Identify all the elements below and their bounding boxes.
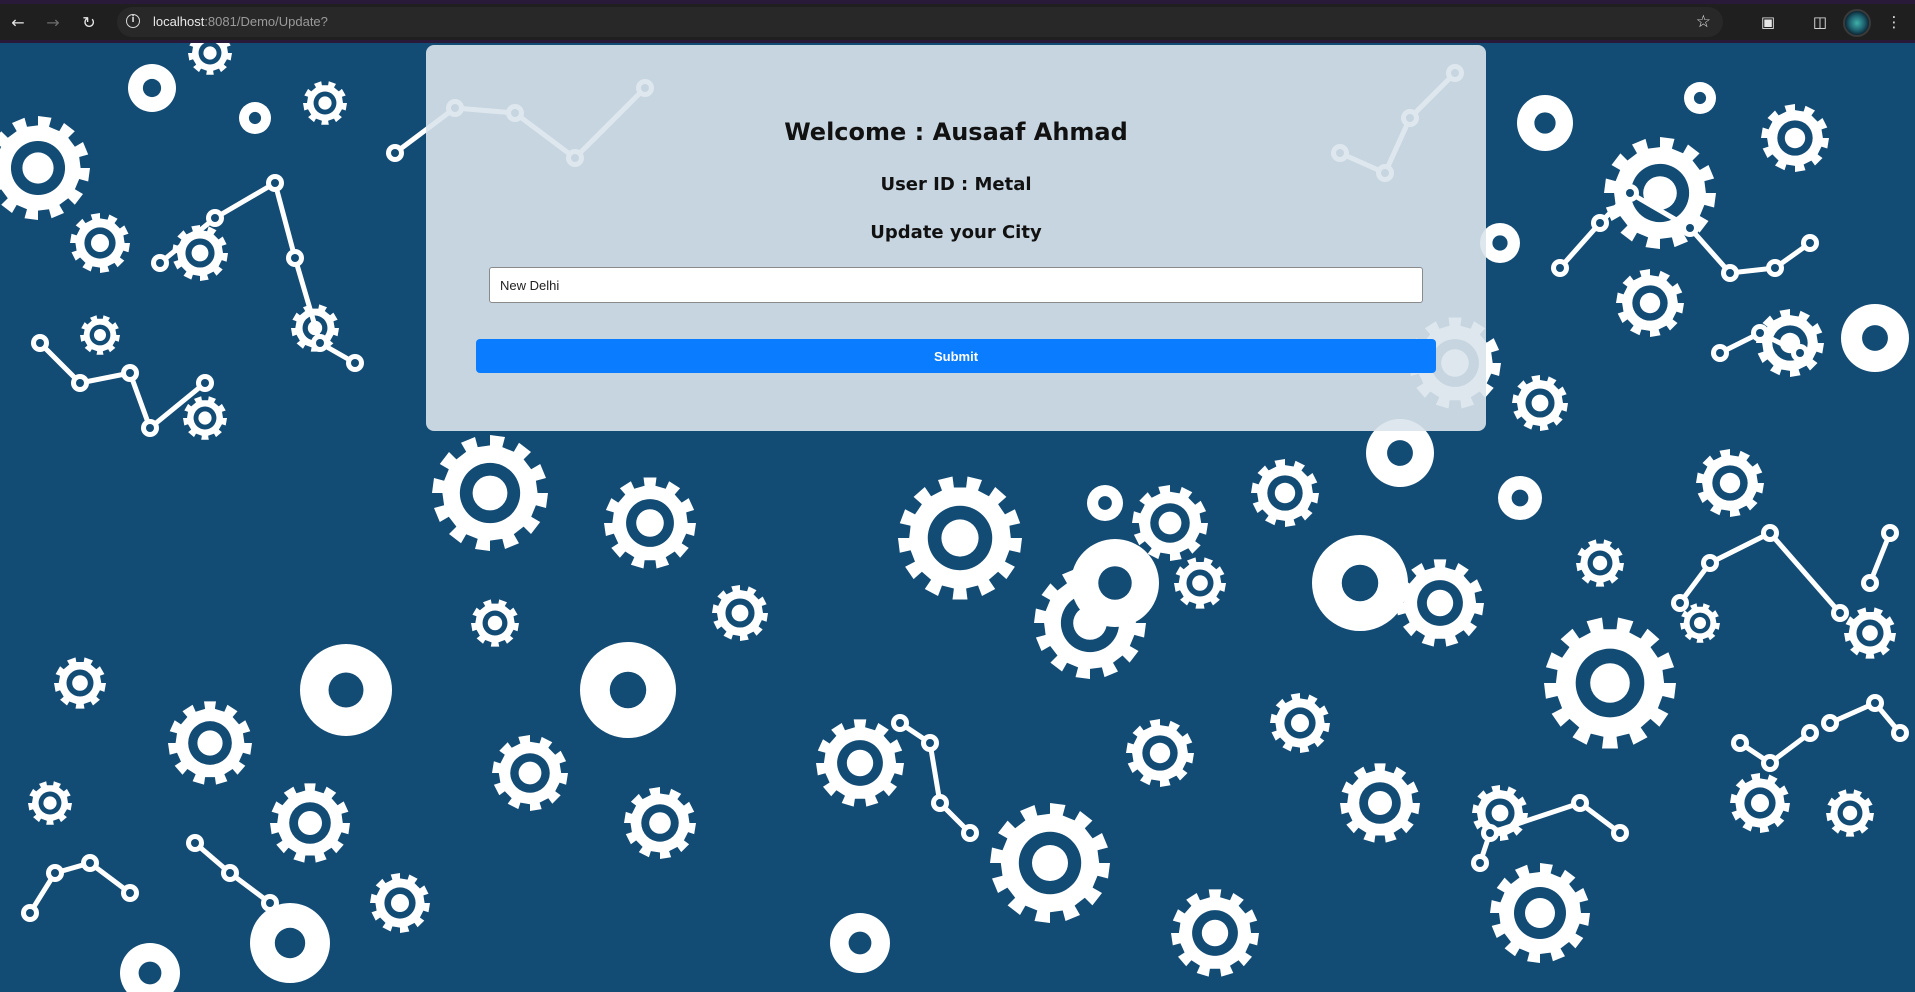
reload-icon[interactable]: ↻ bbox=[77, 10, 101, 34]
url-text[interactable]: localhost:8081/Demo/Update? bbox=[153, 14, 328, 29]
side-panel-icon[interactable]: ◫ bbox=[1808, 10, 1832, 34]
avatar[interactable] bbox=[1843, 9, 1871, 37]
arrow-right-icon[interactable]: → bbox=[41, 10, 65, 34]
star-icon[interactable]: ☆ bbox=[1696, 12, 1711, 32]
update-city-heading: Update your City bbox=[870, 222, 1042, 243]
kebab-menu-icon[interactable]: ⋮ bbox=[1882, 10, 1906, 34]
site-info-icon[interactable]: i bbox=[126, 14, 140, 28]
url-host: localhost bbox=[153, 14, 205, 29]
update-form-card: Welcome : Ausaaf Ahmad User ID : Metal U… bbox=[426, 45, 1486, 431]
welcome-heading: Welcome : Ausaaf Ahmad bbox=[784, 118, 1128, 146]
city-input[interactable] bbox=[489, 267, 1423, 303]
address-bar[interactable]: i localhost:8081/Demo/Update? ☆ bbox=[117, 7, 1723, 37]
browser-toolbar: ← → ↻ i localhost:8081/Demo/Update? ☆ ▣ … bbox=[0, 4, 1915, 40]
puzzle-icon[interactable]: ▣ bbox=[1756, 10, 1780, 34]
user-id-heading: User ID : Metal bbox=[880, 174, 1032, 195]
page-viewport: Welcome : Ausaaf Ahmad User ID : Metal U… bbox=[0, 43, 1915, 992]
browser-chrome: ← → ↻ i localhost:8081/Demo/Update? ☆ ▣ … bbox=[0, 0, 1915, 43]
arrow-left-icon[interactable]: ← bbox=[6, 10, 30, 34]
url-path: :8081/Demo/Update? bbox=[204, 14, 328, 29]
submit-button[interactable]: Submit bbox=[476, 339, 1436, 373]
